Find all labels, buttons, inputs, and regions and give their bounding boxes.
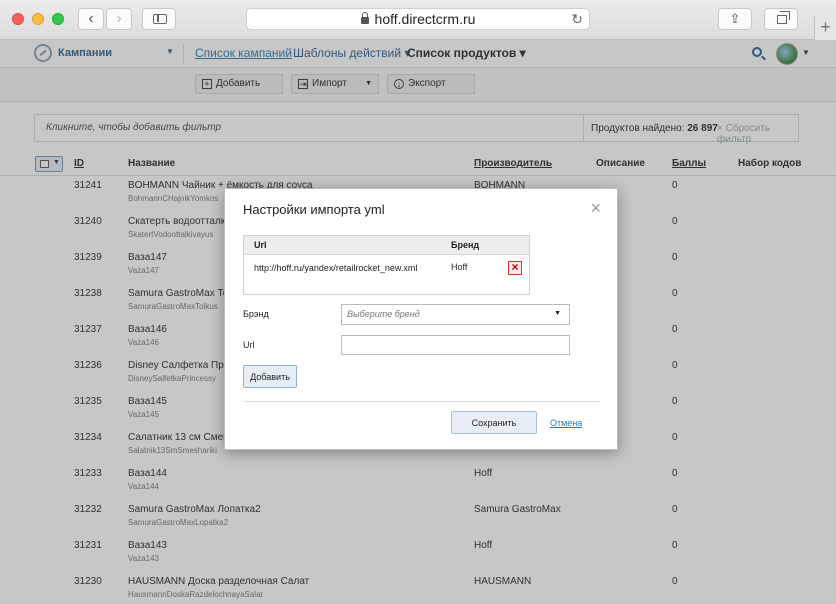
save-button[interactable]: Сохранить bbox=[451, 411, 537, 434]
new-tab-button[interactable]: + bbox=[814, 16, 836, 40]
back-button[interactable]: ‹ bbox=[78, 8, 104, 30]
url-label: Url bbox=[243, 340, 255, 350]
window-close-button[interactable] bbox=[12, 13, 24, 25]
import-table-header: Url Бренд bbox=[244, 236, 529, 255]
delete-icon[interactable]: × bbox=[508, 261, 522, 275]
window-minimize-button[interactable] bbox=[32, 13, 44, 25]
sidebar-toggle-button[interactable] bbox=[142, 8, 176, 30]
brand-select[interactable]: Выберите бренд ▼ bbox=[341, 304, 570, 325]
tabs-icon bbox=[777, 11, 790, 24]
forward-button[interactable]: › bbox=[106, 8, 132, 30]
share-button[interactable]: ⇪ bbox=[718, 8, 752, 30]
sidebar-icon bbox=[153, 14, 167, 24]
address-bar[interactable]: hoff.directcrm.ru ↻ bbox=[246, 8, 590, 30]
import-settings-dialog: Настройки импорта yml × Url Бренд http:/… bbox=[224, 188, 618, 450]
dialog-title: Настройки импорта yml bbox=[243, 202, 385, 217]
reload-icon[interactable]: ↻ bbox=[571, 9, 583, 29]
import-brand-cell: Hoff bbox=[451, 262, 468, 272]
add-source-button[interactable]: Добавить bbox=[243, 365, 297, 388]
chevron-down-icon: ▼ bbox=[554, 310, 561, 317]
close-icon[interactable]: × bbox=[590, 198, 601, 219]
import-sources-table: Url Бренд http://hoff.ru/yandex/retailro… bbox=[243, 235, 530, 295]
brand-label: Брэнд bbox=[243, 309, 269, 319]
url-input[interactable] bbox=[341, 335, 570, 355]
lock-icon bbox=[360, 12, 369, 24]
import-url-cell: http://hoff.ru/yandex/retailrocket_new.x… bbox=[254, 263, 418, 273]
brand-select-placeholder: Выберите бренд bbox=[347, 309, 420, 319]
cancel-link[interactable]: Отмена bbox=[550, 418, 582, 428]
header-url: Url bbox=[254, 240, 267, 250]
window-zoom-button[interactable] bbox=[52, 13, 64, 25]
header-brand: Бренд bbox=[451, 240, 480, 250]
url-text: hoff.directcrm.ru bbox=[374, 11, 476, 27]
divider bbox=[243, 401, 600, 402]
browser-toolbar: ‹ › hoff.directcrm.ru ↻ ⇪ + bbox=[0, 0, 836, 40]
tabs-overview-button[interactable] bbox=[764, 8, 798, 30]
